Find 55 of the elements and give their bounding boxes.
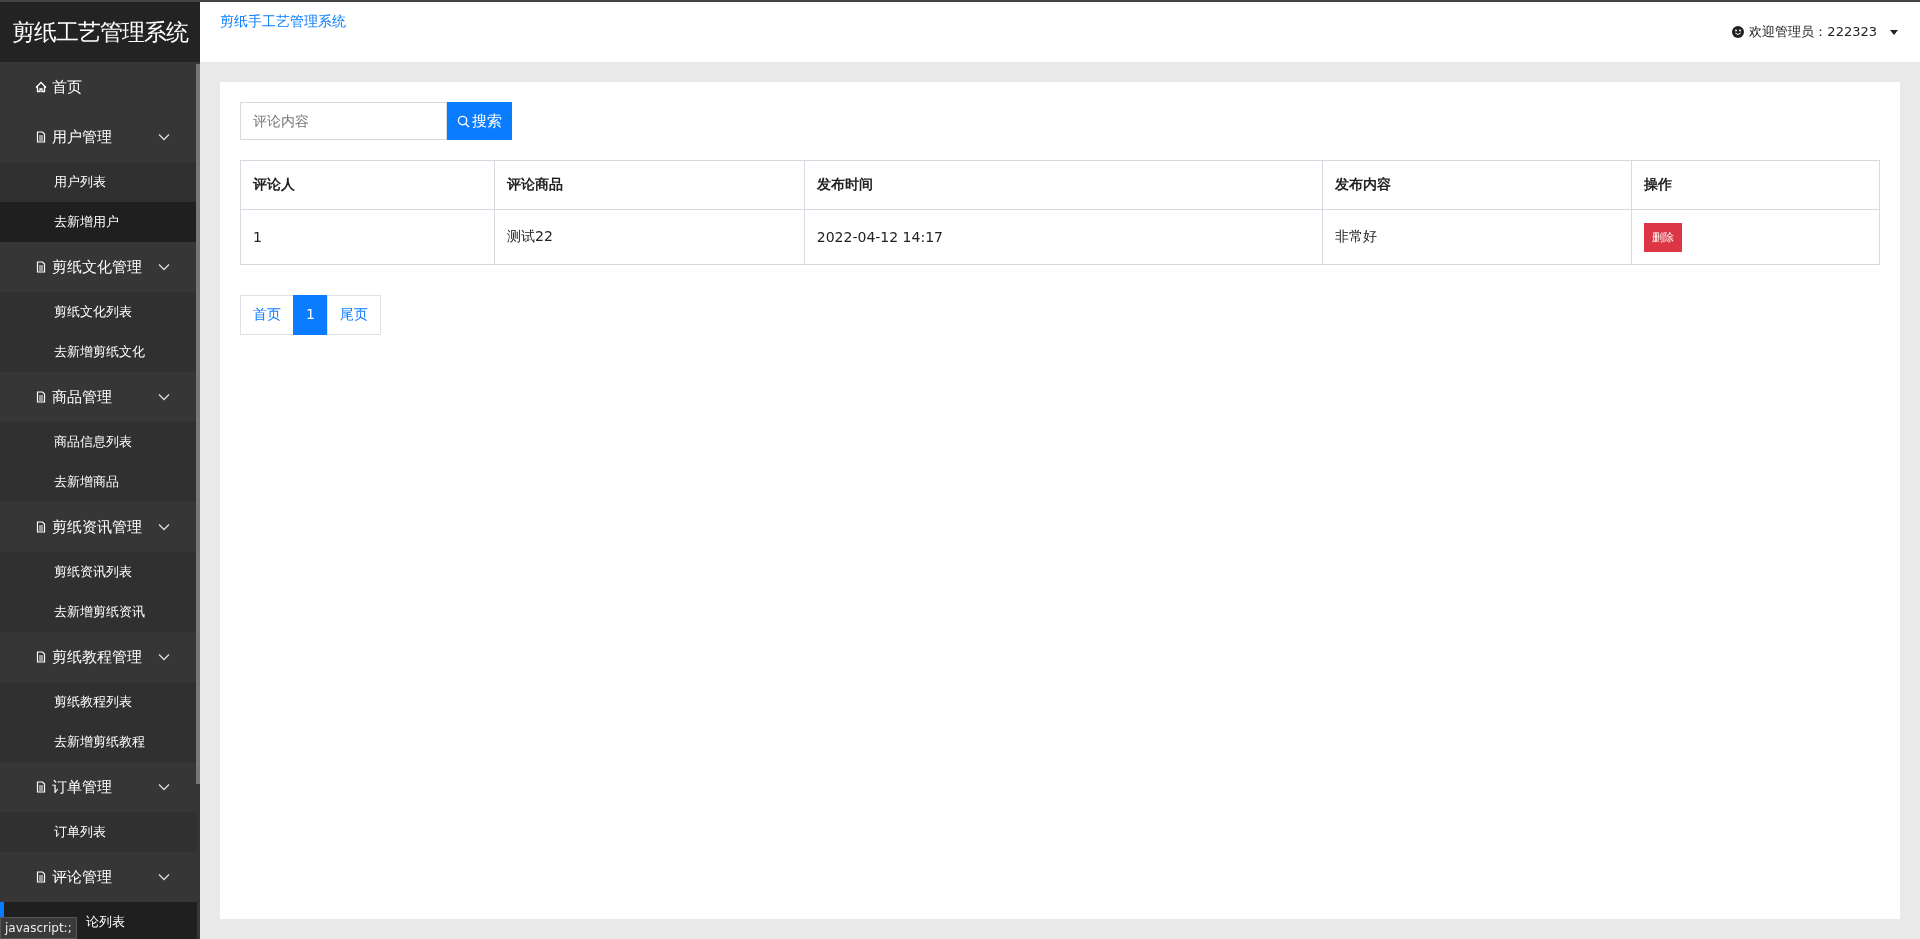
menu-group[interactable]: 用户管理 bbox=[0, 112, 200, 162]
last-page-link[interactable]: 尾页 bbox=[326, 295, 381, 335]
menu-group[interactable]: 评论管理 bbox=[0, 852, 200, 902]
submenu-item[interactable]: 去新增剪纸资讯 bbox=[0, 592, 197, 632]
chevron-icon bbox=[158, 653, 170, 661]
document-icon bbox=[35, 391, 47, 403]
search-field[interactable]: 评论内容 bbox=[240, 102, 447, 140]
caret-icon bbox=[1890, 29, 1898, 35]
home-icon bbox=[35, 81, 47, 93]
chevron-icon bbox=[158, 263, 170, 271]
submenu-item[interactable]: 去新增用户 bbox=[0, 202, 197, 242]
menu-group[interactable]: 商品管理 bbox=[0, 372, 200, 422]
chevron-icon bbox=[158, 523, 170, 531]
page-number-link[interactable]: 1 bbox=[293, 295, 328, 335]
column-header: 发布内容 bbox=[1322, 160, 1632, 210]
document-icon bbox=[35, 261, 47, 273]
chevron-icon bbox=[158, 873, 170, 881]
submenu-item[interactable]: 用户列表 bbox=[0, 162, 197, 202]
header-title-link[interactable]: 剪纸手工艺管理系统 bbox=[220, 13, 346, 31]
submenu-item[interactable]: 剪纸教程列表 bbox=[0, 682, 197, 722]
chevron-icon bbox=[158, 393, 170, 401]
user-menu[interactable]: 欢迎管理员：222323 bbox=[1732, 23, 1898, 41]
search-button[interactable]: 搜索 bbox=[447, 102, 512, 140]
status-link-tooltip: javascript:; bbox=[0, 917, 77, 939]
menu-group[interactable]: 订单管理 bbox=[0, 762, 200, 812]
table-cell: 非常好 bbox=[1322, 209, 1632, 265]
document-icon bbox=[35, 871, 47, 883]
column-header: 评论商品 bbox=[494, 160, 805, 210]
menu-group[interactable]: 剪纸教程管理 bbox=[0, 632, 200, 682]
delete-button[interactable]: 删除 bbox=[1644, 222, 1683, 252]
column-header: 评论人 bbox=[240, 160, 495, 210]
smiley-icon bbox=[1732, 26, 1745, 38]
submenu-item[interactable]: 去新增商品 bbox=[0, 462, 197, 502]
menu-group[interactable]: 剪纸文化管理 bbox=[0, 242, 200, 292]
document-icon bbox=[35, 651, 47, 663]
submenu-item[interactable]: 剪纸资讯列表 bbox=[0, 552, 197, 592]
table-cell: 测试22 bbox=[494, 209, 805, 265]
menu-group[interactable]: 剪纸资讯管理 bbox=[0, 502, 200, 552]
chevron-icon bbox=[158, 133, 170, 141]
submenu-item[interactable]: 商品信息列表 bbox=[0, 422, 197, 462]
app-logo-title: 剪纸工艺管理系统 bbox=[0, 2, 200, 62]
chevron-icon bbox=[158, 783, 170, 791]
menu-item[interactable]: 首页 bbox=[0, 62, 200, 112]
document-icon bbox=[35, 131, 47, 143]
table-cell: 1 bbox=[240, 209, 495, 265]
submenu-item[interactable]: 剪纸文化列表 bbox=[0, 292, 197, 332]
submenu-item[interactable]: 去新增剪纸文化 bbox=[0, 332, 197, 372]
column-header: 操作 bbox=[1632, 160, 1880, 210]
submenu-item[interactable]: 去新增剪纸教程 bbox=[0, 722, 197, 762]
document-icon bbox=[35, 521, 47, 533]
submenu-item[interactable]: 订单列表 bbox=[0, 812, 197, 852]
document-icon bbox=[35, 781, 47, 793]
table-cell: 2022-04-12 14:17 bbox=[804, 209, 1323, 265]
search-icon bbox=[457, 114, 470, 128]
column-header: 发布时间 bbox=[804, 160, 1323, 210]
